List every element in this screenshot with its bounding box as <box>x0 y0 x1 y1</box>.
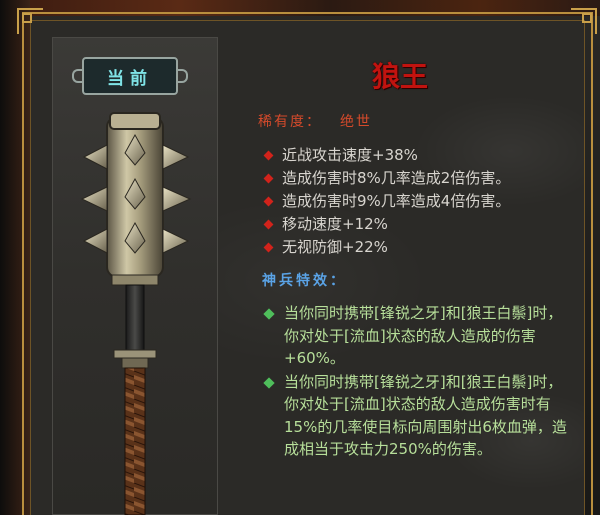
special-effect-heading: 神兵特效： <box>262 273 347 289</box>
corner-knot-top-right <box>582 13 592 23</box>
current-label: 当前 <box>107 68 153 89</box>
red-diamond-icon <box>263 242 274 253</box>
stat-text: 移动速度+12% <box>282 215 388 233</box>
stat-line: 造成伤害时8%几率造成2倍伤害。 <box>262 167 582 190</box>
stat-line: 移动速度+12% <box>262 213 582 236</box>
stat-text: 近战攻击速度+38% <box>282 146 418 164</box>
rarity-label: 稀有度： <box>258 114 322 130</box>
rarity-value: 绝世 <box>340 114 372 130</box>
stat-line: 近战攻击速度+38% <box>262 144 582 167</box>
green-diamond-icon <box>263 308 275 320</box>
stat-text: 无视防御+22% <box>282 238 388 256</box>
stat-line: 无视防御+22% <box>262 236 582 259</box>
green-diamond-icon <box>263 376 275 389</box>
stat-list: 近战攻击速度+38% 造成伤害时8%几率造成2倍伤害。 造成伤害时9%几率造成4… <box>262 144 582 259</box>
red-diamond-icon <box>263 196 274 207</box>
red-diamond-icon <box>263 219 274 230</box>
item-tooltip-window: 当前 狼王 稀有度： 绝世 近战攻击速度+38% 造成伤害时8%几率造成2倍伤害… <box>0 0 600 515</box>
special-effect-list: 当你同时携带[锋锐之牙]和[狼王白鬃]时，你对处于[流血]状态的敌人造成的伤害+… <box>262 302 572 462</box>
special-effect-item: 当你同时携带[锋锐之牙]和[狼王白鬃]时，你对处于[流血]状态的敌人造成伤害时有… <box>262 371 572 461</box>
special-effect-item: 当你同时携带[锋锐之牙]和[狼王白鬃]时，你对处于[流血]状态的敌人造成的伤害+… <box>262 302 572 370</box>
special-effect-text: 当你同时携带[锋锐之牙]和[狼王白鬃]时，你对处于[流血]状态的敌人造成伤害时有… <box>284 372 567 459</box>
red-diamond-icon <box>263 150 274 161</box>
stat-text: 造成伤害时8%几率造成2倍伤害。 <box>282 169 511 187</box>
item-name: 狼王 <box>371 60 428 93</box>
current-equipped-tag: 当前 <box>72 57 188 95</box>
rarity-row: 稀有度： 绝世 <box>258 111 372 131</box>
stat-text: 造成伤害时9%几率造成4倍伤害。 <box>282 192 511 210</box>
spiked-mace-icon <box>80 112 192 515</box>
red-diamond-icon <box>263 173 274 184</box>
special-effect-text: 当你同时携带[锋锐之牙]和[狼王白鬃]时，你对处于[流血]状态的敌人造成的伤害+… <box>284 304 563 367</box>
stat-line: 造成伤害时9%几率造成4倍伤害。 <box>262 190 582 213</box>
corner-knot-top-left <box>22 13 32 23</box>
